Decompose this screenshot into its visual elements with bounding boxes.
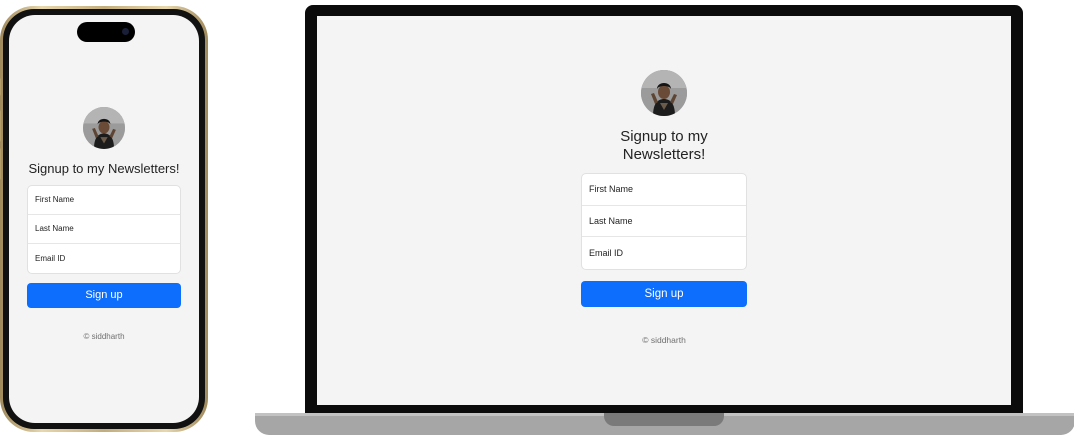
profile-photo-icon [83, 107, 125, 149]
dynamic-island [77, 22, 135, 42]
avatar [83, 107, 125, 149]
laptop-screen: Signup to my Newsletters! Sign up © sidd… [317, 16, 1011, 405]
phone-side-button [0, 78, 1, 96]
signup-button[interactable]: Sign up [27, 282, 181, 308]
signup-form: Signup to my Newsletters! Sign up © sidd… [9, 95, 199, 341]
avatar [641, 70, 687, 116]
signup-form: Signup to my Newsletters! Sign up © sidd… [317, 70, 1011, 345]
first-name-field[interactable] [28, 185, 180, 215]
last-name-input[interactable] [589, 205, 746, 236]
copyright-footer: © siddharth [83, 331, 125, 341]
camera-icon [122, 28, 129, 35]
laptop-device: Signup to my Newsletters! Sign up © sidd… [305, 5, 1023, 413]
email-field[interactable] [582, 237, 746, 269]
last-name-field[interactable] [582, 205, 746, 237]
phone-bezel: Signup to my Newsletters! Sign up © sidd… [3, 9, 205, 429]
laptop-trackpad-notch [604, 413, 724, 426]
first-name-field[interactable] [582, 174, 746, 206]
copyright-footer: © siddharth [642, 334, 686, 345]
phone-volume-down-button [0, 148, 1, 180]
first-name-input[interactable] [589, 174, 746, 205]
form-heading: Signup to my Newsletters! [28, 161, 180, 176]
profile-photo-icon [641, 70, 687, 116]
phone-volume-up-button [0, 110, 1, 142]
phone-device: Signup to my Newsletters! Sign up © sidd… [0, 6, 208, 432]
input-group [581, 173, 747, 270]
first-name-input[interactable] [35, 185, 180, 214]
email-input[interactable] [35, 243, 180, 273]
input-group [27, 184, 181, 274]
email-field[interactable] [28, 243, 180, 273]
email-input[interactable] [589, 237, 746, 269]
form-heading: Signup to my Newsletters! [620, 128, 708, 163]
last-name-field[interactable] [28, 214, 180, 244]
signup-button[interactable]: Sign up [581, 280, 747, 307]
last-name-input[interactable] [35, 214, 180, 243]
phone-screen: Signup to my Newsletters! Sign up © sidd… [9, 15, 199, 423]
laptop-base [255, 413, 1074, 435]
